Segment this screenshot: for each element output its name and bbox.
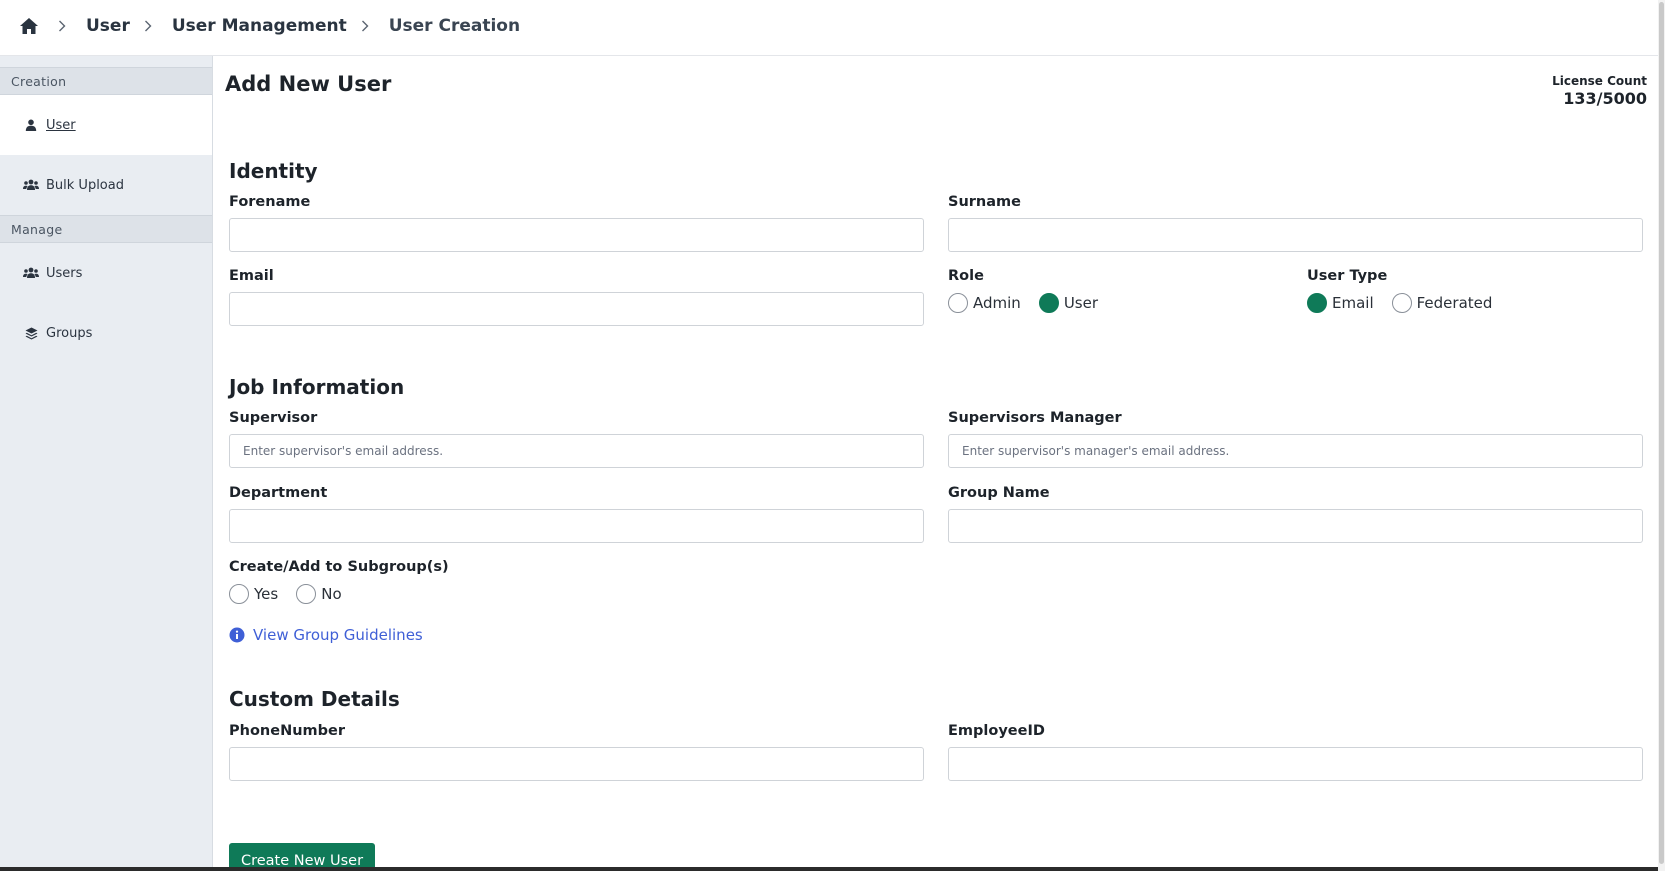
license-count-label: License Count [1552, 74, 1647, 88]
supervisors-manager-label: Supervisors Manager [948, 410, 1122, 426]
employee-id-input[interactable] [948, 747, 1643, 781]
radio-indicator [1307, 293, 1327, 313]
radio-indicator [1038, 293, 1059, 313]
user-type-label: User Type [1307, 268, 1388, 284]
subgroup-radio-group: Yes No [229, 583, 360, 605]
section-identity-title: Identity [229, 159, 318, 183]
group-name-input[interactable] [948, 509, 1643, 543]
email-input[interactable] [229, 292, 924, 326]
sidebar-item-label: Users [46, 265, 83, 281]
subgroup-no-radio[interactable]: No [296, 584, 342, 604]
guidelines-link-label: View Group Guidelines [253, 626, 423, 644]
sidebar: Creation User Bulk Upload Manage Users G… [0, 56, 213, 871]
radio-indicator [296, 584, 317, 604]
top-bar: User User Management User Creation [0, 0, 1665, 56]
surname-input[interactable] [948, 218, 1643, 252]
subgroup-yes-radio[interactable]: Yes [229, 584, 278, 604]
user-type-email-radio[interactable]: Email [1307, 293, 1374, 313]
role-admin-radio[interactable]: Admin [948, 293, 1021, 313]
chevron-right-icon [58, 20, 70, 32]
main-content: Add New User License Count 133/5000 Iden… [213, 56, 1653, 871]
radio-indicator [1391, 293, 1412, 313]
sidebar-section-manage: Manage [0, 215, 212, 243]
users-icon [23, 265, 39, 281]
department-input[interactable] [229, 509, 924, 543]
sidebar-item-users[interactable]: Users [0, 243, 212, 303]
breadcrumb: User User Management User Creation [18, 14, 530, 38]
role-radio-group: Admin User [948, 292, 1116, 314]
department-label: Department [229, 485, 328, 501]
breadcrumb-user[interactable]: User [86, 16, 130, 36]
supervisor-label: Supervisor [229, 410, 318, 426]
sidebar-item-label: User [46, 117, 76, 133]
surname-label: Surname [948, 194, 1021, 210]
chevron-right-icon [144, 20, 156, 32]
user-icon [23, 117, 39, 133]
phone-number-label: PhoneNumber [229, 723, 345, 739]
sidebar-item-bulk-upload[interactable]: Bulk Upload [0, 155, 212, 215]
sidebar-section-creation: Creation [0, 67, 212, 95]
bottom-edge [0, 867, 1660, 871]
user-type-federated-radio[interactable]: Federated [1391, 293, 1493, 313]
radio-label: User [1063, 294, 1099, 312]
users-icon [23, 177, 39, 193]
license-count: License Count 133/5000 [1552, 74, 1647, 108]
sidebar-item-label: Bulk Upload [46, 177, 124, 193]
email-label: Email [229, 268, 274, 284]
group-name-label: Group Name [948, 485, 1050, 501]
breadcrumb-user-creation: User Creation [388, 16, 521, 36]
info-icon [229, 627, 245, 643]
role-label: Role [948, 268, 984, 284]
radio-indicator [229, 584, 249, 604]
subgroup-label: Create/Add to Subgroup(s) [229, 559, 449, 575]
home-icon[interactable] [18, 15, 40, 37]
radio-indicator [948, 293, 968, 313]
phone-number-input[interactable] [229, 747, 924, 781]
radio-label: Federated [1416, 294, 1493, 312]
layers-icon [23, 325, 39, 341]
sidebar-item-label: Groups [46, 325, 93, 341]
supervisor-input[interactable] [229, 434, 924, 468]
forename-input[interactable] [229, 218, 924, 252]
user-type-radio-group: Email Federated [1307, 292, 1510, 314]
sidebar-item-user[interactable]: User [0, 95, 212, 155]
sidebar-item-groups[interactable]: Groups [0, 303, 212, 363]
view-group-guidelines-link[interactable]: View Group Guidelines [229, 626, 423, 644]
forename-label: Forename [229, 194, 311, 210]
section-custom-title: Custom Details [229, 687, 400, 711]
supervisors-manager-input[interactable] [948, 434, 1643, 468]
breadcrumb-user-management[interactable]: User Management [172, 16, 347, 36]
license-count-value: 133/5000 [1563, 89, 1647, 108]
page-title: Add New User [225, 72, 392, 96]
radio-label: Admin [973, 294, 1021, 312]
employee-id-label: EmployeeID [948, 723, 1045, 739]
radio-label: Email [1332, 294, 1374, 312]
role-user-radio[interactable]: User [1038, 293, 1099, 313]
chevron-right-icon [361, 20, 373, 32]
section-job-title: Job Information [229, 375, 405, 399]
radio-label: No [321, 585, 342, 603]
radio-label: Yes [254, 585, 279, 603]
scrollbar-thumb[interactable] [1659, 2, 1664, 864]
